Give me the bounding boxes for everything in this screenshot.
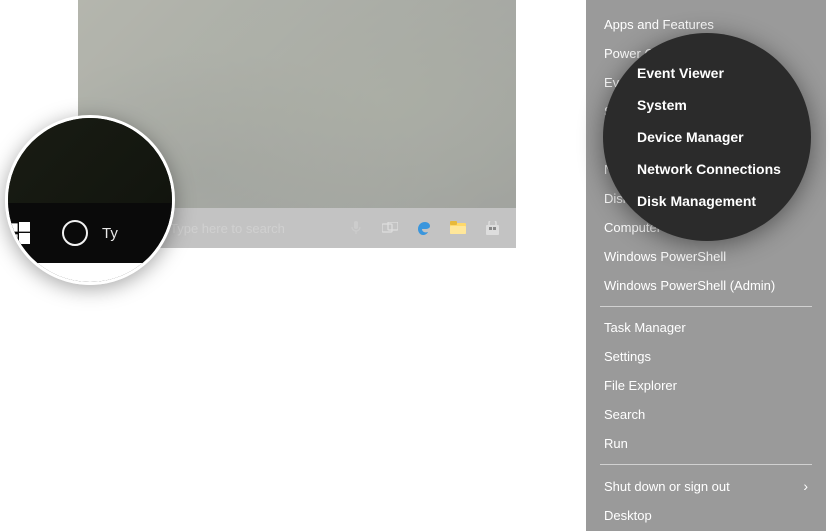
menu-divider xyxy=(600,464,812,465)
store-icon[interactable] xyxy=(478,208,506,248)
chevron-right-icon: › xyxy=(803,478,808,494)
menu-item-label: Task Manager xyxy=(604,320,686,335)
menu-item-label: Disk Management xyxy=(637,193,756,209)
search-placeholder-fragment: Ty xyxy=(100,225,118,242)
cortana-button-zoomed[interactable] xyxy=(50,203,100,263)
start-button-zoomed[interactable] xyxy=(5,203,50,263)
menu-item-label: Apps and Features xyxy=(604,17,714,32)
search-placeholder: Type here to search xyxy=(170,221,285,236)
microphone-icon[interactable] xyxy=(342,208,370,248)
task-view-icon[interactable] xyxy=(376,208,404,248)
menu-item-file-explorer[interactable]: File Explorer xyxy=(586,371,826,400)
menu-item-system-zoomed[interactable]: System xyxy=(603,89,811,121)
menu-item-label: Search xyxy=(604,407,645,422)
menu-item-label: Event Viewer xyxy=(637,65,724,81)
file-explorer-icon[interactable] xyxy=(444,208,472,248)
menu-item-windows-powershell[interactable]: Windows PowerShell xyxy=(586,242,826,271)
menu-item-search[interactable]: Search xyxy=(586,400,826,429)
windows-logo-icon xyxy=(8,222,30,244)
menu-item-settings[interactable]: Settings xyxy=(586,342,826,371)
menu-item-label: Device Manager xyxy=(637,129,744,145)
menu-item-task-manager[interactable]: Task Manager xyxy=(586,313,826,342)
cortana-icon xyxy=(62,220,88,246)
menu-divider xyxy=(600,306,812,307)
menu-item-label: System xyxy=(637,97,687,113)
menu-item-label: Run xyxy=(604,436,628,451)
menu-item-shut-down[interactable]: Shut down or sign out › xyxy=(586,471,826,501)
magnifier-menu-zoom: Event Viewer System Device Manager Netwo… xyxy=(603,33,811,241)
menu-item-label: File Explorer xyxy=(604,378,677,393)
menu-item-event-viewer-zoomed[interactable]: Event Viewer xyxy=(603,57,811,89)
menu-item-label: Shut down or sign out xyxy=(604,479,730,494)
menu-item-label: Windows PowerShell (Admin) xyxy=(604,278,775,293)
search-input[interactable]: Type here to search xyxy=(166,208,285,248)
magnifier-start-button: Ty xyxy=(5,115,175,285)
taskbar-pinned-apps xyxy=(342,208,516,248)
menu-item-desktop[interactable]: Desktop xyxy=(586,501,826,530)
menu-item-device-manager-zoomed[interactable]: Device Manager xyxy=(603,121,811,153)
menu-item-run[interactable]: Run xyxy=(586,429,826,458)
menu-item-label: Settings xyxy=(604,349,651,364)
menu-item-label: Desktop xyxy=(604,508,652,523)
edge-icon[interactable] xyxy=(410,208,438,248)
menu-item-label: Windows PowerShell xyxy=(604,249,726,264)
menu-item-label: Network Connections xyxy=(637,161,781,177)
menu-item-disk-management-zoomed[interactable]: Disk Management xyxy=(603,185,811,217)
menu-item-windows-powershell-admin[interactable]: Windows PowerShell (Admin) xyxy=(586,271,826,300)
menu-item-network-connections-zoomed[interactable]: Network Connections xyxy=(603,153,811,185)
